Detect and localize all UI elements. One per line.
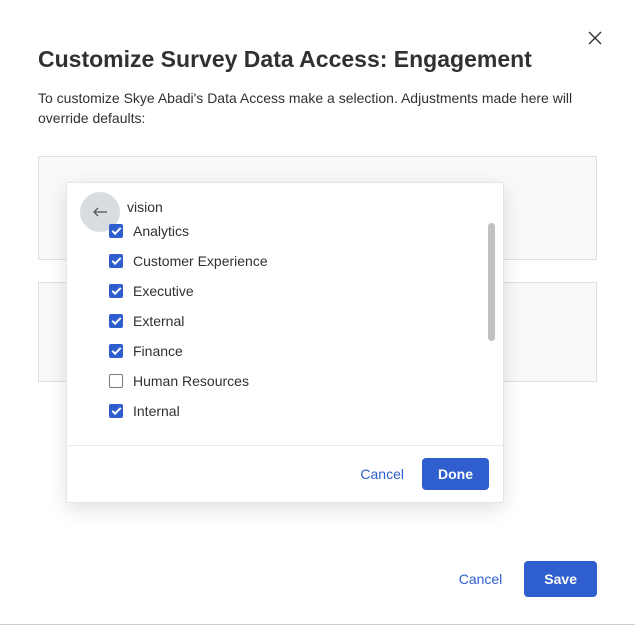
list-item-label: Customer Experience bbox=[133, 253, 268, 269]
list-item-label: External bbox=[133, 313, 184, 329]
list-item[interactable]: External bbox=[109, 313, 461, 329]
scrollbar-thumb[interactable] bbox=[488, 223, 495, 341]
popover-list-wrap: Analytics Customer Experience Executive Ext… bbox=[67, 223, 503, 445]
popover-header: vision bbox=[67, 183, 503, 223]
popover-footer: Cancel Done bbox=[67, 445, 503, 502]
list-item-label: Finance bbox=[133, 343, 183, 359]
close-button[interactable] bbox=[585, 28, 605, 48]
popover-header-text: vision bbox=[127, 199, 163, 215]
modal-title: Customize Survey Data Access: Engagement bbox=[38, 46, 597, 73]
cancel-button[interactable]: Cancel bbox=[455, 565, 507, 593]
close-icon bbox=[588, 31, 602, 45]
modal-description: To customize Skye Abadi's Data Access ma… bbox=[38, 89, 597, 128]
list-item[interactable]: Internal bbox=[109, 403, 461, 419]
list-item-label: Internal bbox=[133, 403, 180, 419]
list-item[interactable]: Executive bbox=[109, 283, 461, 299]
list-item[interactable]: Customer Experience bbox=[109, 253, 461, 269]
list-item-label: Executive bbox=[133, 283, 194, 299]
checkbox[interactable] bbox=[109, 314, 123, 328]
checkbox[interactable] bbox=[109, 404, 123, 418]
popover-list: Analytics Customer Experience Executive Ext… bbox=[109, 223, 461, 419]
list-item[interactable]: Finance bbox=[109, 343, 461, 359]
save-button[interactable]: Save bbox=[524, 561, 597, 597]
arrow-left-icon bbox=[92, 206, 108, 218]
list-item[interactable]: Analytics bbox=[109, 223, 461, 239]
checkbox[interactable] bbox=[109, 224, 123, 238]
checkbox[interactable] bbox=[109, 284, 123, 298]
checkbox[interactable] bbox=[109, 254, 123, 268]
list-item[interactable]: Human Resources bbox=[109, 373, 461, 389]
list-item-label: Human Resources bbox=[133, 373, 249, 389]
popover-done-button[interactable]: Done bbox=[422, 458, 489, 490]
checkbox[interactable] bbox=[109, 374, 123, 388]
list-item-label: Analytics bbox=[133, 223, 189, 239]
division-popover: vision Analytics Customer Experience Execu… bbox=[66, 182, 504, 503]
modal-footer: Cancel Save bbox=[38, 547, 597, 597]
checkbox[interactable] bbox=[109, 344, 123, 358]
popover-cancel-button[interactable]: Cancel bbox=[356, 460, 408, 488]
